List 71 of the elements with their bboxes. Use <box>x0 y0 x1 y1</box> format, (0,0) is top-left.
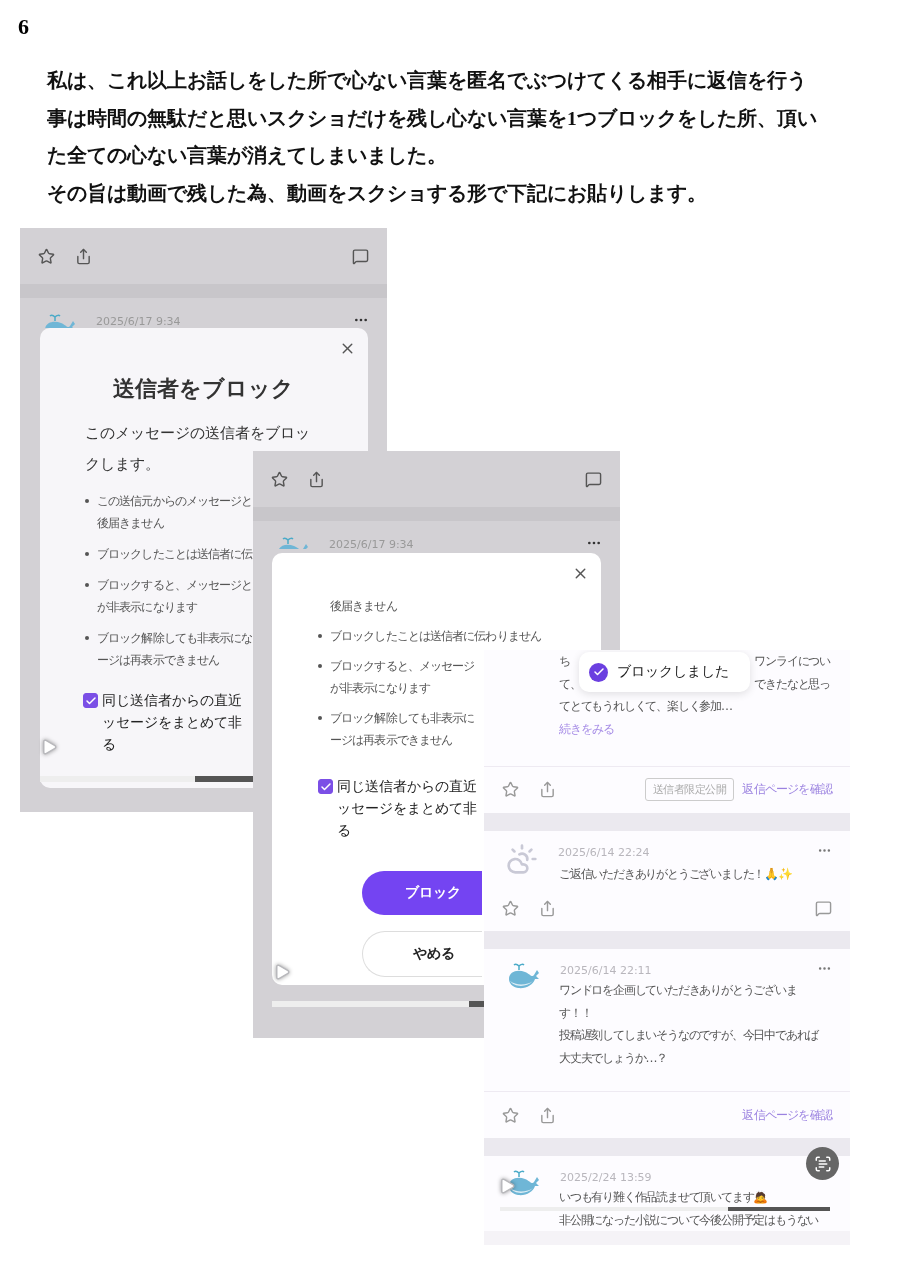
checkbox[interactable] <box>318 779 333 794</box>
check-icon <box>589 662 608 682</box>
block-button[interactable]: ブロック <box>362 871 482 915</box>
checkbox-label: 同じ送信者からの直近 ッセージをまとめて非 る <box>102 691 242 754</box>
read-more-link[interactable]: 続きをみる <box>559 717 614 740</box>
message-text: ワンドロを企画していただきありがとうございま <box>559 983 797 997</box>
progress-bar[interactable] <box>272 1001 484 1007</box>
dialog-text: 後届きません <box>330 598 397 615</box>
share-icon[interactable] <box>308 470 325 488</box>
post-time: 2025/6/17 9:34 <box>96 314 181 328</box>
post-time: 2025/6/14 22:24 <box>558 844 650 859</box>
bullet-icon <box>85 552 89 556</box>
message-text: ワンライについ <box>754 654 830 668</box>
checkbox-label: 同じ送信者からの直近 ッセージをまとめて非 る <box>337 777 477 840</box>
star-icon[interactable] <box>502 781 519 798</box>
statement-paragraph: 私は、これ以上お話しをした所で心ない言葉を匿名でぶつけてくる相手に返信を行う 事は時間の無駄だと思いスクショだけを残し心ない言葉を1つブロックをした所、頂い た全ての心ない言葉が消えてしまいました。 <box>47 68 817 168</box>
message-text: いつも有り難く作品読ませて頂いてます🙇 <box>559 1190 768 1204</box>
message-text: ご返信いただきありがとうございました！🙏✨ <box>559 866 792 881</box>
message-text: ち <box>559 654 570 668</box>
progress-bar[interactable] <box>40 776 253 782</box>
scan-icon <box>813 1154 832 1173</box>
bullet-text: ブロック解除しても非表示に ージは再表示できません <box>330 710 475 749</box>
reply-page-link[interactable]: 返信ページを確認 <box>742 781 832 798</box>
bullet-icon <box>85 583 89 587</box>
bullet-text: ブロック解除しても非表示にな ージは再表示できません <box>97 630 253 669</box>
bullet-text: ブロックすると、メッセージ が非表示になります <box>330 658 475 697</box>
dialog-text: クします。 <box>85 455 160 474</box>
dialog-title: 送信者をブロック <box>113 375 294 403</box>
star-icon[interactable] <box>271 470 288 488</box>
whale-icon <box>42 312 76 328</box>
bullet-text: ブロックしたことは送信者に伝わりません <box>330 628 541 645</box>
bullet-text: この送信元からのメッセージと 後届きません <box>97 493 253 532</box>
message-text: できたなと思っ <box>754 676 830 691</box>
share-icon[interactable] <box>539 899 556 917</box>
toast-text: ブロックしました <box>617 663 729 681</box>
bullet-icon <box>85 499 89 503</box>
star-icon[interactable] <box>38 247 55 265</box>
dialog-text: このメッセージの送信者をブロッ <box>85 424 310 443</box>
message-text: てとてもうれしくて、楽しく参加… <box>559 699 732 713</box>
message-text: す！！ <box>559 1005 592 1020</box>
share-icon[interactable] <box>75 247 92 265</box>
progress-bar[interactable] <box>500 1207 830 1211</box>
statement-paragraph: その旨は動画で残した為、動画をスクショする形で下記にお貼りします。 <box>47 181 707 206</box>
bullet-text: ブロックしたことは送信者に伝 <box>97 546 253 563</box>
whale-icon <box>506 961 540 991</box>
message-text: 非公開になった小説について今後公開予定はもうない <box>559 1212 819 1227</box>
share-icon[interactable] <box>539 1106 556 1124</box>
star-icon[interactable] <box>502 899 519 917</box>
message-text: 大丈夫でしょうか…？ <box>559 1050 667 1065</box>
post-time: 2025/6/17 9:34 <box>329 537 414 551</box>
comment-icon[interactable] <box>352 247 369 265</box>
bullet-icon <box>318 634 322 638</box>
message-text: て、 <box>559 676 581 691</box>
page-number: 6 <box>18 14 29 41</box>
reply-page-link[interactable]: 返信ページを確認 <box>742 1106 832 1124</box>
play-icon[interactable] <box>498 1177 516 1195</box>
visibility-tag: 送信者限定公開 <box>644 778 735 801</box>
bullet-icon <box>318 664 322 668</box>
bullet-text: ブロックすると、メッセージと が非表示になります <box>97 577 253 616</box>
cloud-sun-icon <box>506 842 538 875</box>
checkbox[interactable] <box>83 693 98 708</box>
comment-icon[interactable] <box>585 470 602 488</box>
post-time: 2025/6/14 22:11 <box>560 963 652 977</box>
post-time: 2025/2/24 13:59 <box>560 1170 652 1184</box>
cancel-button[interactable]: やめる <box>362 931 482 977</box>
share-icon[interactable] <box>539 781 556 798</box>
bullet-icon <box>318 716 322 720</box>
star-icon[interactable] <box>502 1106 519 1124</box>
bullet-icon <box>85 636 89 640</box>
message-text: 投稿遅刻してしまいそうなのですが、今日中であれば <box>559 1028 819 1042</box>
comment-icon[interactable] <box>815 899 832 917</box>
